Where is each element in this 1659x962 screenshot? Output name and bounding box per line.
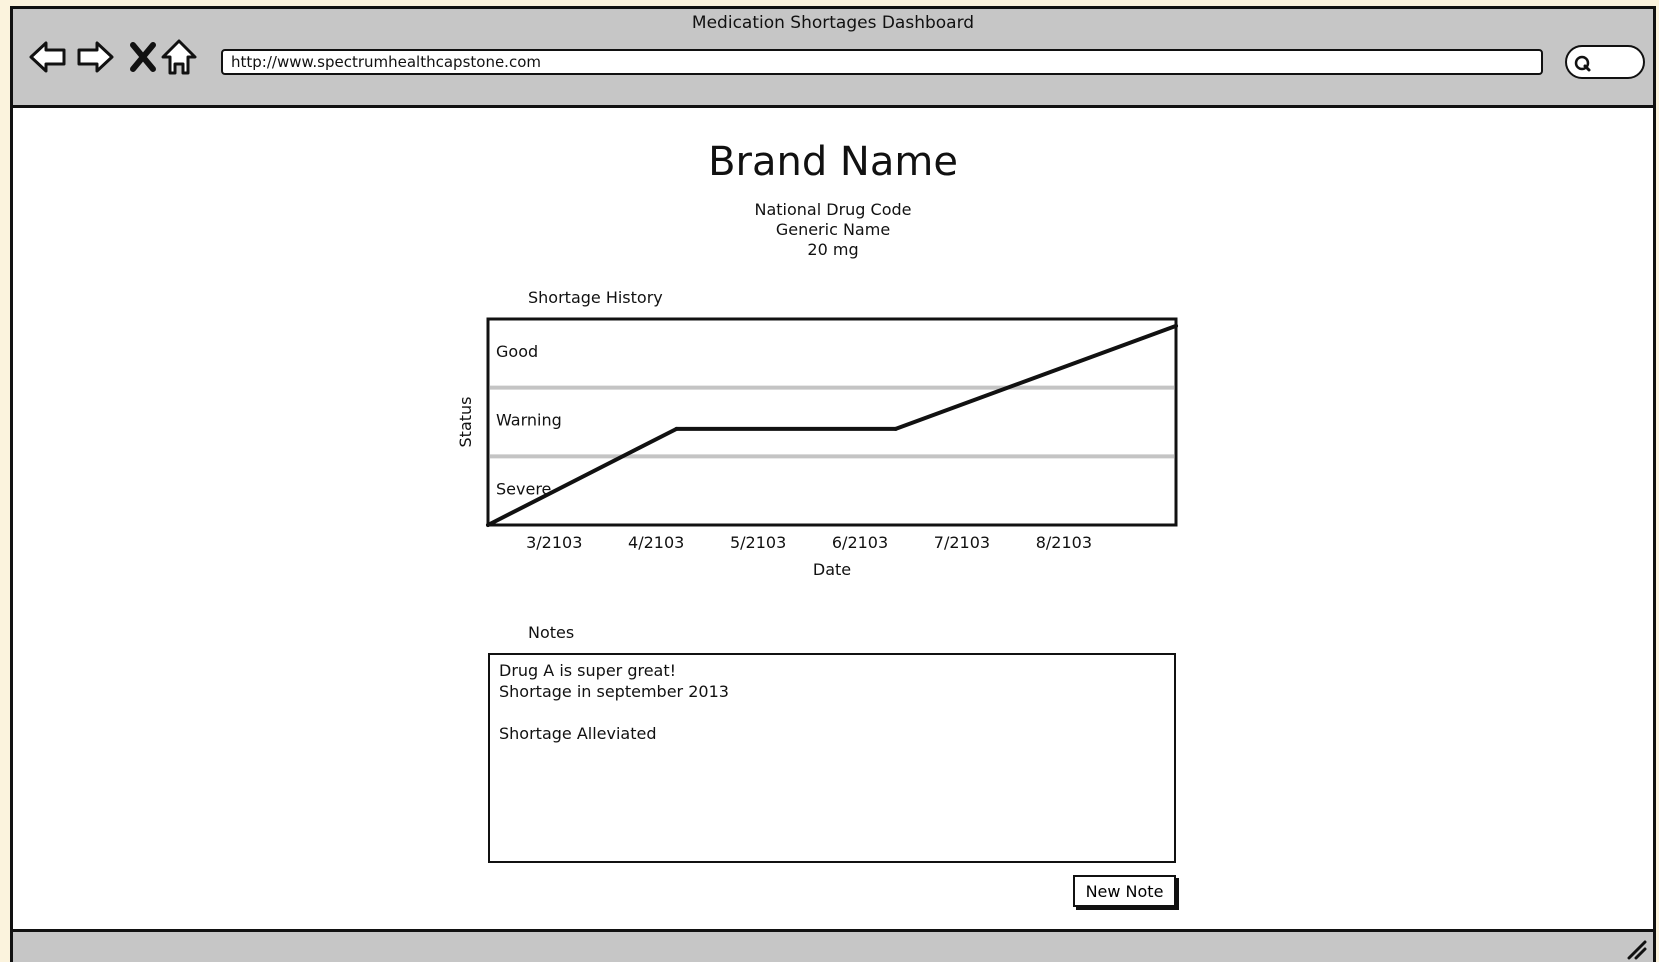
x-tick-label: 7/2103 xyxy=(934,533,990,552)
status-bar xyxy=(13,929,1653,962)
x-tick-label: 5/2103 xyxy=(730,533,786,552)
x-tick-label: 6/2103 xyxy=(832,533,888,552)
x-tick-label: 3/2103 xyxy=(526,533,582,552)
note-line: Shortage in september 2013 xyxy=(499,682,729,701)
note-line: Drug A is super great! xyxy=(499,661,677,680)
data-point xyxy=(1174,323,1178,328)
y-axis-title: Status xyxy=(456,397,475,448)
data-point xyxy=(893,426,898,431)
chart-frame xyxy=(486,317,1178,527)
x-tick-label: 8/2103 xyxy=(1036,533,1092,552)
note-line: Shortage Alleviated xyxy=(499,724,657,743)
notes-label: Notes xyxy=(528,623,575,642)
x-tick-label: 4/2103 xyxy=(628,533,684,552)
x-axis-title: Date xyxy=(813,560,851,579)
resize-grip-icon[interactable] xyxy=(1625,938,1647,960)
status-band-label: Warning xyxy=(496,411,562,430)
new-note-button[interactable]: New Note xyxy=(1073,875,1176,907)
status-band-label: Good xyxy=(496,342,538,361)
browser-window: Medication Shortages Dashboard http://ww… xyxy=(10,6,1656,962)
note-line xyxy=(499,702,1165,723)
notes-textarea[interactable]: Drug A is super great! Shortage in septem… xyxy=(488,653,1176,863)
shortage-history-chart: GoodWarningSevere3/2103 4/2103 5/2103 6/210… xyxy=(456,317,1178,579)
data-point xyxy=(674,426,679,431)
data-point xyxy=(486,523,490,527)
